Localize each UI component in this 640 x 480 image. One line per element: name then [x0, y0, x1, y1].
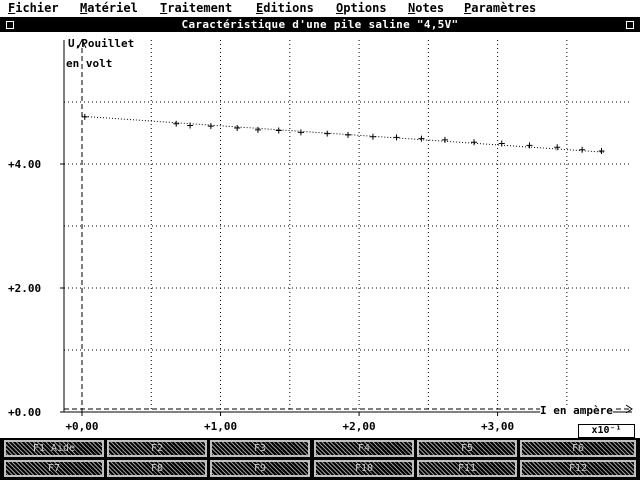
data-point-marker	[187, 122, 194, 129]
data-point-marker	[275, 127, 282, 134]
menu-bar: Fichier Matériel Traitement Editions Opt…	[0, 0, 640, 16]
data-point-marker	[418, 135, 425, 142]
function-button[interactable]: F5	[417, 440, 517, 457]
data-point-marker	[173, 120, 180, 127]
graph-window: Caractéristique d'une pile saline "4,5V"…	[0, 17, 640, 438]
data-point-marker	[393, 134, 400, 141]
plot-area[interactable]: +0.00 +2.00 +4.00 +0,00 +1,00 +2,00 +3,00	[0, 32, 640, 438]
menu-fichier[interactable]: Fichier	[8, 0, 59, 16]
function-key-bar: F1 Aide F2 F3 F4 F5 F6 F7 F8 F9 F10 F11 …	[0, 438, 640, 480]
function-button[interactable]: F11	[417, 460, 517, 477]
function-button[interactable]: F2	[107, 440, 207, 457]
function-button[interactable]: F9	[210, 460, 310, 477]
data-point-marker	[498, 140, 505, 147]
menu-label: otes	[415, 1, 445, 15]
data-point-marker	[234, 125, 241, 132]
x-tick-label: +3,00	[481, 420, 514, 433]
data-point-marker	[598, 147, 605, 154]
data-point-marker	[297, 129, 304, 136]
menu-parametres[interactable]: Paramètres	[464, 0, 536, 16]
data-point-marker	[81, 113, 88, 120]
data-point-marker	[579, 146, 586, 153]
menu-editions[interactable]: Editions	[256, 0, 314, 16]
function-button[interactable]: F7	[4, 460, 104, 477]
function-button[interactable]: F1 Aide	[4, 440, 104, 457]
menu-label: atériel	[87, 1, 138, 15]
data-point-marker	[207, 123, 214, 130]
data-point-marker	[324, 130, 331, 137]
menu-label: raitement	[167, 1, 233, 15]
function-button[interactable]: F8	[107, 460, 207, 477]
window-title: Caractéristique d'une pile saline "4,5V"	[181, 18, 459, 31]
fit-line	[81, 115, 605, 153]
y-axis-label: U,Pouillet	[68, 37, 135, 50]
y-tick-label: +4.00	[8, 158, 41, 171]
data-point-marker	[471, 139, 478, 146]
data-point-marker	[554, 144, 561, 151]
menu-label: ichier	[15, 1, 59, 15]
function-button[interactable]: F3	[210, 440, 310, 457]
function-button[interactable]: F6	[520, 440, 636, 457]
menu-label: aramètres	[471, 1, 537, 15]
y-axis-unit-label: en volt	[66, 57, 113, 70]
x-multiplier-box[interactable]: x10⁻¹	[578, 424, 635, 438]
x-tick-label: +2,00	[343, 420, 376, 433]
y-tick-label: +0.00	[8, 406, 41, 419]
menu-options[interactable]: Options	[336, 0, 387, 16]
window-titlebar[interactable]: Caractéristique d'une pile saline "4,5V"	[0, 18, 640, 32]
x-tick-label: +0,00	[65, 420, 98, 433]
menu-label: ptions	[343, 1, 387, 15]
data-point-marker	[441, 136, 448, 143]
x-axis-label: I en ampère	[540, 404, 613, 417]
menu-notes[interactable]: Notes	[408, 0, 444, 16]
menu-materiel[interactable]: Matériel	[80, 0, 138, 16]
menu-label: ditions	[263, 1, 314, 15]
data-point-marker	[369, 133, 376, 140]
function-button[interactable]: F4	[314, 440, 414, 457]
y-tick-label: +2.00	[8, 282, 41, 295]
zoom-box-icon[interactable]	[626, 21, 634, 29]
menu-traitement[interactable]: Traitement	[160, 0, 232, 16]
data-point-marker	[345, 131, 351, 138]
function-button[interactable]: F12	[520, 460, 636, 477]
function-button[interactable]: F10	[314, 460, 414, 477]
x-tick-label: +1,00	[204, 420, 237, 433]
